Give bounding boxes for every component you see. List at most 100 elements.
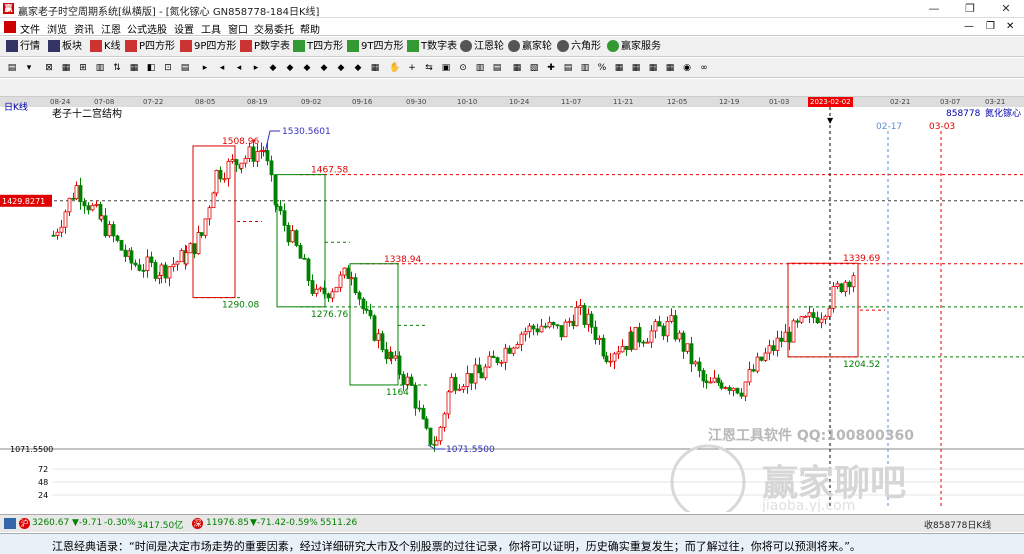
tool-sector[interactable]: 板块 (48, 40, 82, 54)
draw-tool-icon[interactable]: ▤ (491, 62, 503, 74)
draw-tool-icon[interactable]: ▦ (511, 62, 523, 74)
draw-tool-icon[interactable]: % (596, 62, 608, 74)
draw-tool-icon[interactable]: ▦ (630, 62, 642, 74)
candle-body (342, 267, 347, 276)
menu-file[interactable]: 文件 (20, 21, 40, 36)
kline-chart[interactable]: 72 48 24 日K线 老子十二宫结构 858778 氮化镓心 1429.8271 1071… (0, 97, 1024, 512)
draw-tool-icon[interactable]: ▦ (664, 62, 676, 74)
draw-tool-icon[interactable]: ⇅ (111, 62, 123, 74)
draw-tool-icon[interactable]: ▤ (179, 62, 191, 74)
candle-body (203, 218, 208, 236)
candle-body (629, 331, 634, 350)
draw-tool-icon[interactable]: ▦ (647, 62, 659, 74)
candle-body (107, 224, 112, 237)
menu-help[interactable]: 帮助 (300, 21, 320, 36)
restore-button[interactable]: ❐ (952, 0, 988, 18)
draw-tool-icon[interactable]: ▧ (528, 62, 540, 74)
candle-body (574, 306, 579, 327)
candle-body (115, 235, 120, 241)
main-toolbar: 行情 板块 K线 P四方形 9P四方形 P数字表 T四方形 9T四方形 T数字表… (0, 37, 1024, 57)
tool-p-square[interactable]: P四方形 (125, 40, 175, 54)
candle-body (551, 321, 556, 326)
cursor-marker: ▼ (827, 116, 834, 125)
candle-body (795, 320, 800, 323)
draw-tool-icon[interactable]: ⊞ (77, 62, 89, 74)
menu-info[interactable]: 资讯 (74, 21, 94, 36)
menu-tools[interactable]: 工具 (201, 21, 221, 36)
draw-tool-icon[interactable]: ⇆ (423, 62, 435, 74)
menu-settings[interactable]: 设置 (174, 21, 194, 36)
candle-body (424, 418, 429, 429)
draw-tool-icon[interactable]: ◆ (284, 62, 296, 74)
draw-tool-icon[interactable]: ⊡ (162, 62, 174, 74)
menu-browse[interactable]: 浏览 (47, 21, 67, 36)
menu-trade[interactable]: 交易委托 (254, 21, 294, 36)
tool-p-table[interactable]: P数字表 (240, 40, 290, 54)
candle-body (775, 337, 780, 351)
sz-amount: 5511.26 (320, 518, 358, 528)
draw-tool-icon[interactable]: ◉ (681, 62, 693, 74)
candle-body (681, 332, 686, 352)
inner-minimize-button[interactable]: — (964, 21, 974, 32)
draw-tool-icon[interactable]: ▤ (6, 62, 18, 74)
draw-tool-icon[interactable]: ◆ (318, 62, 330, 74)
candle-body (661, 325, 666, 337)
draw-tool-icon[interactable]: ⊙ (457, 62, 469, 74)
inner-close-button[interactable]: ✕ (1006, 21, 1014, 32)
draw-tool-icon[interactable]: ▦ (369, 62, 381, 74)
menu-gann[interactable]: 江恩 (101, 21, 121, 36)
candle-body (218, 169, 223, 180)
draw-tool-icon[interactable]: ▥ (579, 62, 591, 74)
candle-body (214, 169, 219, 194)
tool-t-table[interactable]: T数字表 (407, 40, 457, 54)
candle-body (380, 333, 385, 351)
draw-tool-icon[interactable]: ✚ (545, 62, 557, 74)
wheel-icon (460, 40, 472, 52)
draw-tool-icon[interactable]: ◆ (352, 62, 364, 74)
tool-t-square[interactable]: T四方形 (293, 40, 343, 54)
draw-tool-icon[interactable]: ▸ (199, 62, 211, 74)
tool-9t-square[interactable]: 9T四方形 (347, 40, 403, 54)
draw-tool-icon[interactable]: ▥ (474, 62, 486, 74)
draw-tool-icon[interactable]: ✋ (389, 62, 401, 74)
draw-tool-icon[interactable]: ◆ (335, 62, 347, 74)
draw-tool-icon[interactable]: ◆ (267, 62, 279, 74)
tool-label: T四方形 (307, 41, 344, 52)
draw-tool-icon[interactable]: + (406, 62, 418, 74)
draw-tool-icon[interactable]: ▦ (128, 62, 140, 74)
tool-9p-square[interactable]: 9P四方形 (180, 40, 236, 54)
draw-tool-icon[interactable]: ▦ (613, 62, 625, 74)
menu-formula[interactable]: 公式选股 (127, 21, 167, 36)
draw-tool-icon[interactable]: ⊠ (43, 62, 55, 74)
quote-text: 江恩经典语录：“时间是决定市场走势的重要因素，经过详细研究大市及个别股票的过往记… (52, 540, 861, 553)
candle-body (843, 281, 848, 293)
draw-tool-icon[interactable]: ▦ (60, 62, 72, 74)
draw-tool-icon[interactable]: ▥ (94, 62, 106, 74)
inner-restore-button[interactable]: ❐ (986, 21, 995, 32)
tool-kline[interactable]: K线 (90, 40, 121, 54)
tool-service[interactable]: 赢家服务 (607, 40, 661, 54)
draw-tool-icon[interactable]: ◂ (233, 62, 245, 74)
candle-body (149, 256, 154, 263)
draw-tool-icon[interactable]: ▾ (23, 62, 35, 74)
draw-tool-icon[interactable]: ▤ (562, 62, 574, 74)
candle-body (119, 240, 124, 251)
tool-hexagon[interactable]: 六角形 (557, 40, 601, 54)
square-icon (180, 40, 192, 52)
draw-tool-icon[interactable]: ∞ (698, 62, 710, 74)
candle-body (282, 210, 287, 226)
chart-canvas[interactable]: 72 48 24 日K线老子十二宫结构 858778 氮化镓心 1429.8271 1071… (0, 97, 1024, 512)
draw-tool-icon[interactable]: ◂ (216, 62, 228, 74)
close-button[interactable]: ✕ (988, 0, 1024, 18)
menu-window[interactable]: 窗口 (228, 21, 248, 36)
minimize-button[interactable]: — (916, 0, 952, 18)
tool-quote[interactable]: 行情 (6, 40, 40, 54)
draw-tool-icon[interactable]: ◆ (301, 62, 313, 74)
draw-tool-icon[interactable]: ▣ (440, 62, 452, 74)
candle-body (616, 351, 621, 355)
tool-gann-wheel[interactable]: 江恩轮 (460, 40, 504, 54)
draw-tool-icon[interactable]: ◧ (145, 62, 157, 74)
tool-label: 六角形 (571, 41, 601, 52)
tool-winner-wheel[interactable]: 赢家轮 (508, 40, 552, 54)
draw-tool-icon[interactable]: ▸ (250, 62, 262, 74)
